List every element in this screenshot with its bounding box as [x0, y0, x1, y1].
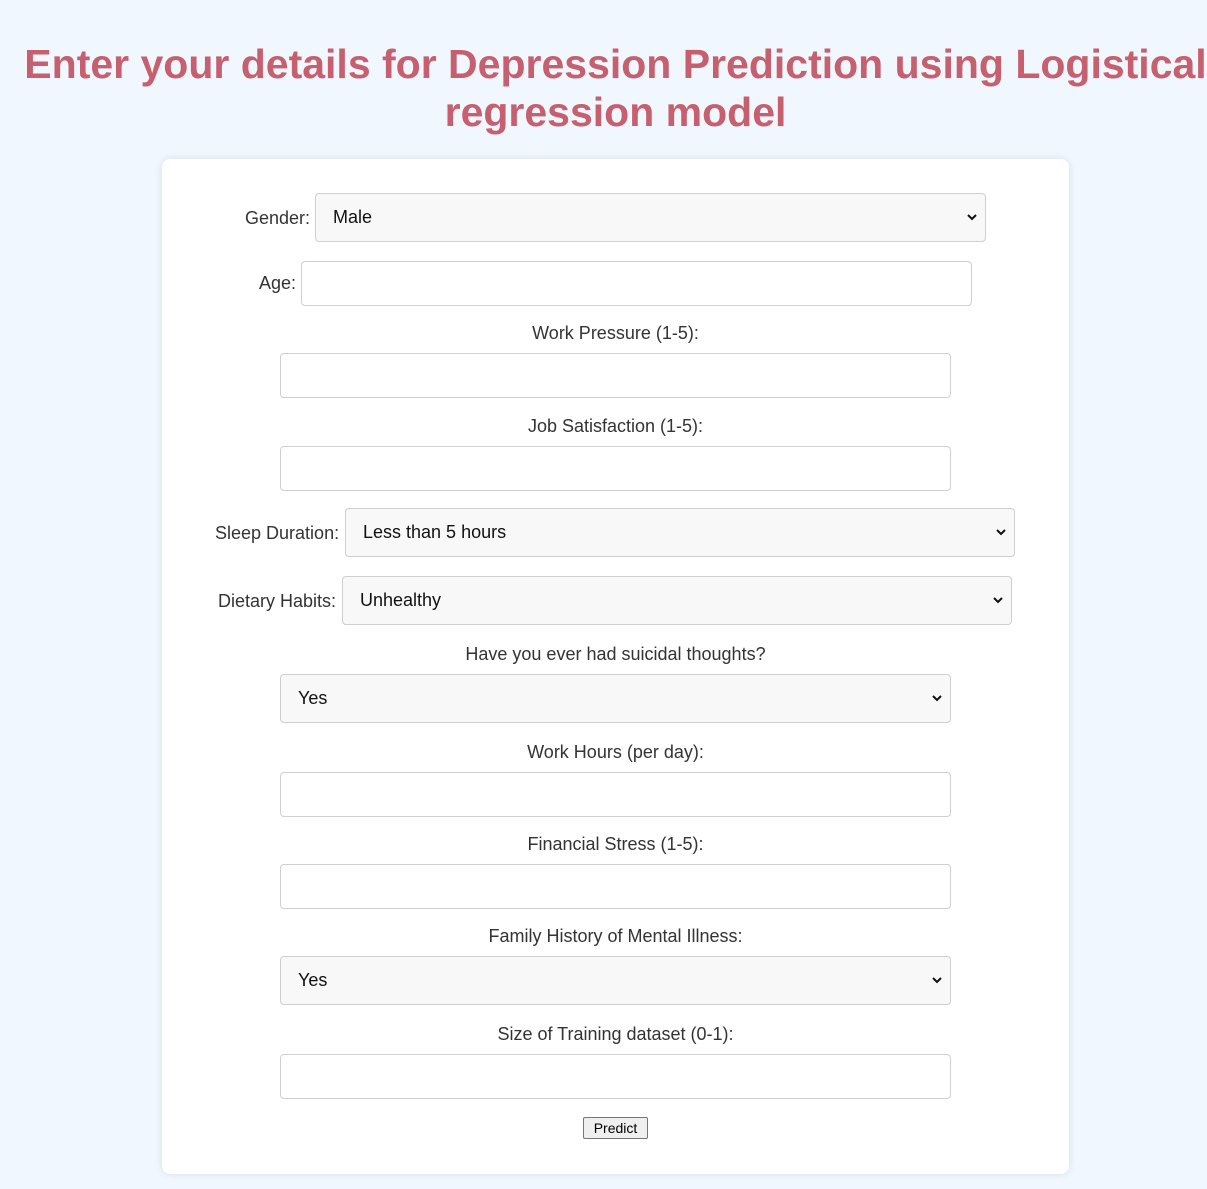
financial-stress-label: Financial Stress (1-5): [527, 834, 704, 854]
suicidal-thoughts-select[interactable]: Yes [280, 674, 951, 723]
training-size-input[interactable] [280, 1054, 951, 1099]
job-satisfaction-input[interactable] [280, 446, 951, 491]
work-pressure-label: Work Pressure (1-5): [532, 323, 699, 343]
financial-stress-input[interactable] [280, 864, 951, 909]
age-input[interactable] [301, 261, 972, 306]
dietary-habits-select[interactable]: Unhealthy [342, 576, 1012, 625]
sleep-duration-select[interactable]: Less than 5 hours [345, 508, 1015, 557]
gender-select-value: Male [333, 207, 373, 227]
job-satisfaction-label: Job Satisfaction (1-5): [527, 416, 704, 436]
chevron-down-icon [993, 597, 1003, 604]
prediction-form: Gender: Male Age: Work Pressure (1-5): J… [162, 159, 1069, 1174]
work-pressure-input[interactable] [280, 353, 951, 398]
family-history-select[interactable]: Yes [280, 956, 951, 1005]
sleep-duration-label: Sleep Duration: [215, 523, 340, 543]
predict-button[interactable]: Predict [583, 1117, 648, 1139]
work-hours-label: Work Hours (per day): [527, 742, 704, 762]
dietary-habits-label: Dietary Habits: [218, 591, 337, 611]
sleep-duration-select-value: Less than 5 hours [363, 522, 507, 542]
family-history-select-value: Yes [298, 970, 328, 990]
dietary-habits-select-value: Unhealthy [360, 590, 442, 610]
family-history-label: Family History of Mental Illness: [488, 926, 743, 946]
suicidal-thoughts-select-value: Yes [298, 688, 328, 708]
chevron-down-icon [996, 529, 1006, 536]
gender-select[interactable]: Male [315, 193, 986, 242]
suicidal-thoughts-label: Have you ever had suicidal thoughts? [465, 644, 766, 664]
gender-label: Gender: [245, 208, 311, 228]
age-label: Age: [259, 273, 297, 293]
training-size-label: Size of Training dataset (0-1): [497, 1024, 734, 1044]
chevron-down-icon [932, 977, 942, 984]
work-hours-input[interactable] [280, 772, 951, 817]
chevron-down-icon [967, 214, 977, 221]
chevron-down-icon [932, 695, 942, 702]
page-title: Enter your details for Depression Predic… [24, 41, 1207, 135]
